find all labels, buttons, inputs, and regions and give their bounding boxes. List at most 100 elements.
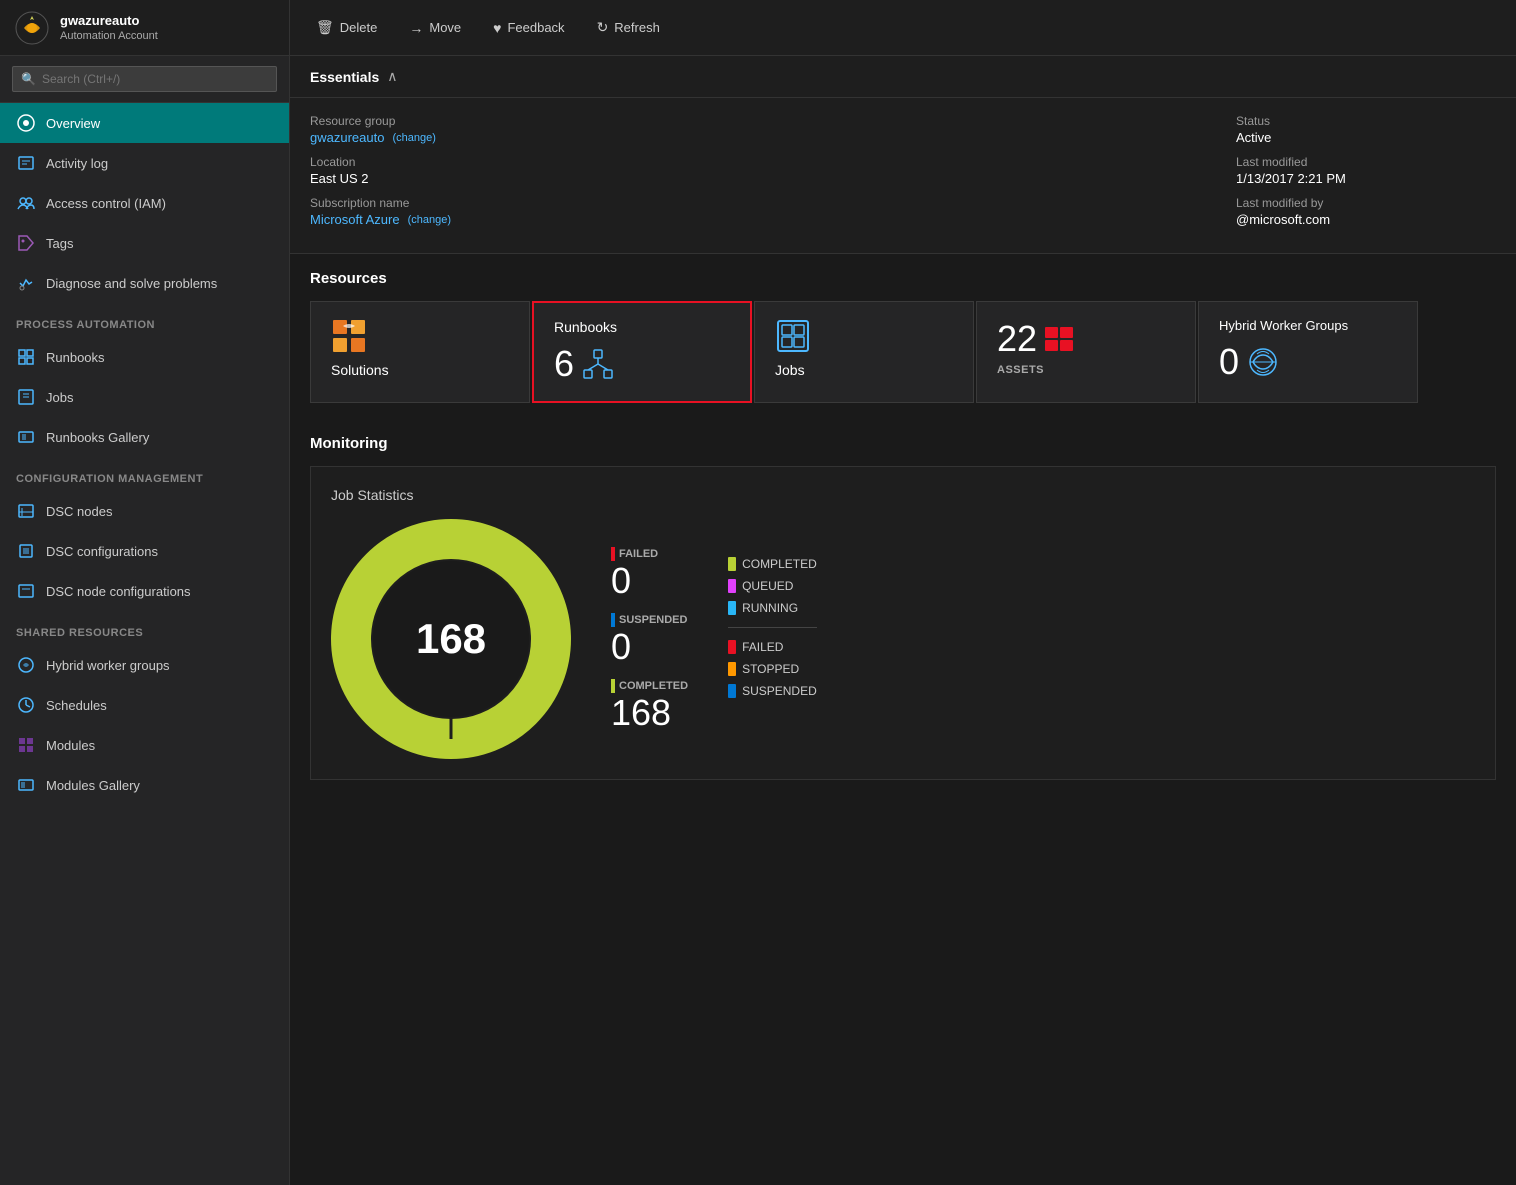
resource-card-runbooks[interactable]: Runbooks 6 xyxy=(532,301,752,403)
jobs-card-top xyxy=(775,318,953,354)
resource-card-assets[interactable]: 22 ASSETS xyxy=(976,301,1196,403)
delete-button[interactable]: 🗑 Delete xyxy=(310,15,383,40)
account-type: Automation Account xyxy=(60,30,158,42)
refresh-label: Refresh xyxy=(614,20,660,35)
resource-group-value[interactable]: gwazureauto xyxy=(310,130,384,145)
jobs-nav-icon xyxy=(16,387,36,407)
resource-card-solutions[interactable]: Solutions xyxy=(310,301,530,403)
sidebar-item-modules-gallery[interactable]: Modules Gallery xyxy=(0,765,289,805)
resource-group-change[interactable]: (change) xyxy=(392,132,435,144)
hybrid-worker-icon xyxy=(1247,346,1279,378)
last-modified-by-value: @microsoft.com xyxy=(1236,212,1496,227)
dsc-node-configs-icon xyxy=(16,581,36,601)
overview-icon xyxy=(16,113,36,133)
feedback-label: Feedback xyxy=(507,20,564,35)
legend-divider xyxy=(728,627,817,628)
sidebar-item-hybrid-worker-groups[interactable]: Hybrid worker groups xyxy=(0,645,289,685)
account-name: gwazureauto xyxy=(60,13,158,30)
runbooks-network-icon xyxy=(582,348,614,380)
sidebar-header: gwazureauto Automation Account xyxy=(0,0,289,56)
sidebar-item-runbooks[interactable]: Runbooks xyxy=(0,337,289,377)
resource-group-label: Resource group xyxy=(310,114,1196,128)
job-statistics-title: Job Statistics xyxy=(331,487,1475,503)
search-input[interactable] xyxy=(42,72,268,86)
sidebar-item-access-control[interactable]: Access control (IAM) xyxy=(0,183,289,223)
hybrid-count-row: 0 xyxy=(1219,341,1279,383)
failed-label-text: FAILED xyxy=(619,548,658,560)
search-box[interactable]: 🔍 xyxy=(12,66,277,92)
sidebar-item-dsc-configurations[interactable]: DSC configurations xyxy=(0,531,289,571)
subscription-field: Subscription name Microsoft Azure (chang… xyxy=(310,196,1196,227)
sidebar-item-dsc-nodes[interactable]: DSC nodes xyxy=(0,491,289,531)
resource-card-jobs[interactable]: Jobs xyxy=(754,301,974,403)
sidebar-item-activity-log[interactable]: Activity log xyxy=(0,143,289,183)
solutions-card-top xyxy=(331,318,509,354)
search-icon: 🔍 xyxy=(21,72,36,86)
assets-count: 22 xyxy=(997,318,1037,360)
resource-card-hybrid[interactable]: Hybrid Worker Groups 0 xyxy=(1198,301,1418,403)
runbooks-count: 6 xyxy=(554,343,574,385)
sidebar-item-runbooks-gallery[interactable]: Runbooks Gallery xyxy=(0,417,289,457)
refresh-button[interactable]: ↻ Refresh xyxy=(591,15,666,40)
sidebar-item-schedules[interactable]: Schedules xyxy=(0,685,289,725)
sidebar-item-jobs-label: Jobs xyxy=(46,390,73,405)
feedback-button[interactable]: ♥ Feedback xyxy=(487,16,570,40)
subscription-value[interactable]: Microsoft Azure xyxy=(310,212,400,227)
sidebar-item-jobs[interactable]: Jobs xyxy=(0,377,289,417)
move-button[interactable]: → Move xyxy=(403,16,467,40)
legend-suspended-label: SUSPENDED xyxy=(742,684,817,698)
legend-queued: QUEUED xyxy=(728,579,817,593)
tags-icon xyxy=(16,233,36,253)
hybrid-worker-groups-icon xyxy=(16,655,36,675)
last-modified-by-label: Last modified by xyxy=(1236,196,1496,210)
essentials-right: Status Active Last modified 1/13/2017 2:… xyxy=(1196,114,1496,237)
suspended-bar xyxy=(611,613,615,627)
essentials-header: Essentials ∧ xyxy=(290,56,1516,98)
legend-failed-label: FAILED xyxy=(742,640,783,654)
sidebar-item-activity-log-label: Activity log xyxy=(46,156,108,171)
sidebar-item-dsc-node-configs[interactable]: DSC node configurations xyxy=(0,571,289,611)
sidebar-item-runbooks-label: Runbooks xyxy=(46,350,105,365)
sidebar-item-runbooks-gallery-label: Runbooks Gallery xyxy=(46,430,149,445)
runbooks-nav-icon xyxy=(16,347,36,367)
location-field: Location East US 2 xyxy=(310,155,1196,186)
essentials-collapse-icon[interactable]: ∧ xyxy=(387,68,397,85)
legend-queued-dot xyxy=(728,579,736,593)
sidebar-item-modules[interactable]: Modules xyxy=(0,725,289,765)
move-icon: → xyxy=(409,20,423,36)
subscription-change[interactable]: (change) xyxy=(408,214,451,226)
access-control-icon xyxy=(16,193,36,213)
search-container: 🔍 xyxy=(0,56,289,103)
solutions-icon xyxy=(331,318,367,354)
sidebar-item-overview[interactable]: Overview xyxy=(0,103,289,143)
essentials-left: Resource group gwazureauto (change) Loca… xyxy=(310,114,1196,237)
sidebar-nav: Overview Activity log Access control (IA… xyxy=(0,103,289,1185)
section-shared-resources: SHARED RESOURCES xyxy=(0,611,289,645)
stats-grid: FAILED 0 SUSPENDED 0 xyxy=(611,547,817,731)
completed-value: 168 xyxy=(611,695,688,731)
monitoring-title: Monitoring xyxy=(310,435,1496,452)
legend-completed-label: COMPLETED xyxy=(742,557,817,571)
dsc-nodes-icon xyxy=(16,501,36,521)
legend-suspended: SUSPENDED xyxy=(728,684,817,698)
sidebar-item-diagnose[interactable]: Diagnose and solve problems xyxy=(0,263,289,303)
legend-failed: FAILED xyxy=(728,640,817,654)
legend-completed: COMPLETED xyxy=(728,557,817,571)
jobs-label: Jobs xyxy=(775,362,805,378)
suspended-label-text: SUSPENDED xyxy=(619,614,687,626)
donut-chart: 168 xyxy=(331,519,571,759)
legend-queued-label: QUEUED xyxy=(742,579,793,593)
runbooks-card-label: Runbooks xyxy=(554,319,617,335)
last-modified-label: Last modified xyxy=(1236,155,1496,169)
legend-running-label: RUNNING xyxy=(742,601,798,615)
failed-bar xyxy=(611,547,615,561)
legend-stopped: STOPPED xyxy=(728,662,817,676)
sidebar-item-tags[interactable]: Tags xyxy=(0,223,289,263)
last-modified-field: Last modified 1/13/2017 2:21 PM xyxy=(1236,155,1496,186)
sidebar-item-modules-label: Modules xyxy=(46,738,95,753)
sidebar: gwazureauto Automation Account 🔍 Overvie… xyxy=(0,0,290,1185)
delete-icon: 🗑 xyxy=(316,19,334,36)
legend-suspended-dot xyxy=(728,684,736,698)
solutions-label: Solutions xyxy=(331,362,389,378)
sidebar-item-schedules-label: Schedules xyxy=(46,698,107,713)
